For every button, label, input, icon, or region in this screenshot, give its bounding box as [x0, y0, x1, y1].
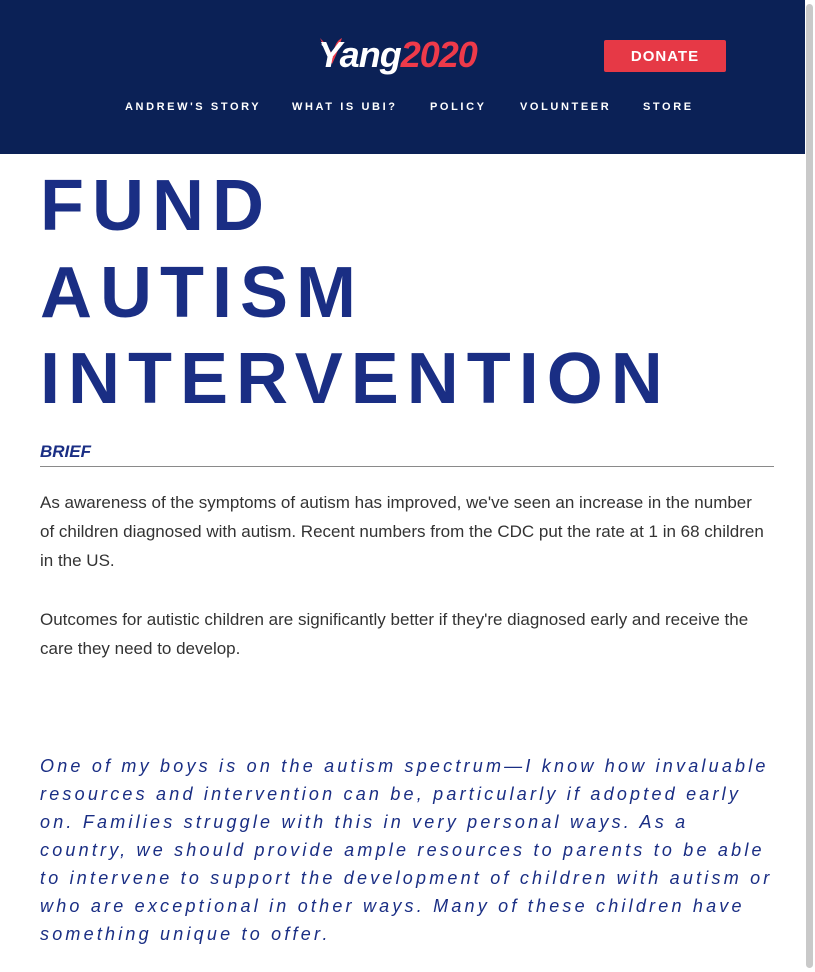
nav-item-store[interactable]: STORE [643, 101, 694, 113]
brief-paragraph-2: Outcomes for autistic children are signi… [40, 610, 749, 658]
logo-year: 2020 [400, 34, 478, 75]
page-title-line-3: INTERVENTION [40, 343, 675, 425]
scrollbar-thumb[interactable] [806, 4, 813, 968]
main-nav: ANDREW'S STORY WHAT IS UBI? POLICY VOLUN… [0, 101, 815, 115]
page-title-line-1: FUND [40, 170, 276, 252]
brief-divider [40, 466, 774, 467]
yang2020-logo[interactable]: Yang2020 [318, 34, 498, 80]
brief-paragraph-1: As awareness of the symptoms of autism h… [40, 493, 764, 570]
page-title-line-2: AUTISM [40, 257, 368, 339]
logo-wordmark: Yang2020 [318, 34, 478, 76]
nav-item-andrews-story[interactable]: ANDREW'S STORY [125, 101, 261, 113]
site-header: Yang2020 DONATE ANDREW'S STORY WHAT IS U… [0, 0, 815, 154]
candidate-quote: One of my boys is on the autism spectrum… [40, 756, 773, 944]
donate-button[interactable]: DONATE [604, 40, 726, 72]
nav-item-policy[interactable]: POLICY [430, 101, 487, 113]
logo-name: Yang [318, 34, 402, 75]
brief-heading: BRIEF [40, 442, 91, 461]
nav-item-volunteer[interactable]: VOLUNTEER [520, 101, 611, 113]
nav-item-what-is-ubi[interactable]: WHAT IS UBI? [292, 101, 398, 113]
